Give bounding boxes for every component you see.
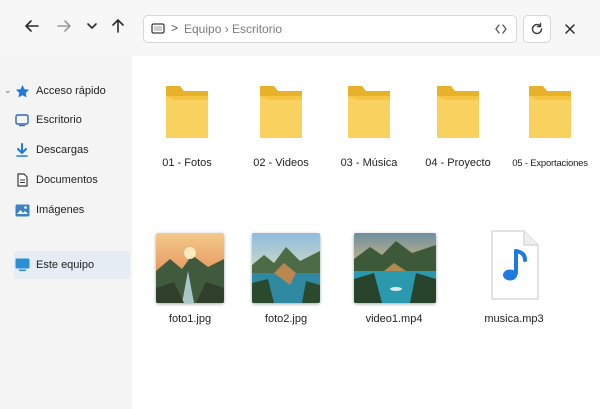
computer-icon xyxy=(14,257,30,273)
file-label: foto1.jpg xyxy=(168,313,212,325)
sidebar-item-label: Descargas xyxy=(36,144,89,156)
file-list: 01 - Fotos 02 - Videos 03 - Música 04 - … xyxy=(132,56,600,409)
address-path: Equipo › Escritorio xyxy=(184,22,283,36)
folder-icon xyxy=(260,86,302,138)
navigation-pane: ⌄ Acceso rápido Escritorio Descargas Doc… xyxy=(0,56,132,409)
file-tile[interactable]: foto1.jpg xyxy=(150,226,230,336)
document-icon xyxy=(14,172,30,188)
photo-thumbnail-icon xyxy=(252,233,320,303)
folder-label: 01 - Fotos xyxy=(162,157,212,169)
address-separator: > xyxy=(171,21,179,35)
toolbar: > Equipo › Escritorio xyxy=(0,0,600,56)
folder-icon xyxy=(166,86,208,138)
recent-locations-button[interactable] xyxy=(78,12,106,40)
star-icon xyxy=(14,83,30,99)
file-label: musica.mp3 xyxy=(484,313,544,325)
close-icon xyxy=(565,24,575,34)
image-icon xyxy=(14,202,30,218)
chevron-down-icon[interactable]: ⌄ xyxy=(4,85,12,96)
folder-tile[interactable]: 04 - Proyecto xyxy=(418,74,498,184)
file-explorer-window: > Equipo › Escritorio ⌄ Acceso rápido Es… xyxy=(0,0,600,409)
folder-tile[interactable]: 01 - Fotos xyxy=(150,74,224,184)
sidebar-item-desktop[interactable]: Escritorio xyxy=(14,106,132,134)
chevron-down-icon xyxy=(87,23,97,29)
file-tile[interactable]: video1.mp4 xyxy=(348,226,440,336)
folder-label: 02 - Videos xyxy=(253,157,309,169)
arrow-up-icon xyxy=(112,19,124,33)
music-file-icon xyxy=(491,230,539,300)
sidebar-item-pictures[interactable]: Imágenes xyxy=(14,196,132,224)
file-tile[interactable]: musica.mp3 xyxy=(474,226,554,336)
monitor-icon xyxy=(151,23,165,34)
up-button[interactable] xyxy=(104,12,132,40)
video-thumbnail-icon xyxy=(354,233,436,303)
folder-tile[interactable]: 03 - Música xyxy=(332,74,406,184)
download-icon xyxy=(14,142,30,158)
sidebar-item-label: Este equipo xyxy=(36,259,95,271)
forward-button[interactable] xyxy=(50,12,78,40)
photo-thumbnail-icon xyxy=(156,233,224,303)
sidebar-item-this-pc[interactable]: Este equipo xyxy=(14,251,130,279)
address-bar[interactable]: > Equipo › Escritorio xyxy=(143,15,517,43)
sidebar-item-downloads[interactable]: Descargas xyxy=(14,136,132,164)
sidebar-item-label: Imágenes xyxy=(36,204,85,216)
desktop-icon xyxy=(14,112,30,128)
refresh-icon xyxy=(531,22,543,35)
folder-label: 05 - Exportaciones xyxy=(512,158,588,169)
chevron-left-right-icon[interactable] xyxy=(494,22,508,36)
folder-label: 04 - Proyecto xyxy=(425,157,491,169)
arrow-left-icon xyxy=(25,20,39,32)
file-label: video1.mp4 xyxy=(365,313,423,325)
folder-icon xyxy=(348,86,390,138)
sidebar-item-documents[interactable]: Documentos xyxy=(14,166,132,194)
folder-tile[interactable]: 05 - Exportaciones xyxy=(504,74,596,184)
folder-icon xyxy=(437,86,479,138)
sidebar-item-label: Escritorio xyxy=(36,114,82,126)
folder-label: 03 - Música xyxy=(340,157,398,169)
folder-icon xyxy=(529,86,571,138)
refresh-button[interactable] xyxy=(523,15,551,43)
sidebar-item-label: Acceso rápido xyxy=(36,85,106,97)
file-label: foto2.jpg xyxy=(264,313,308,325)
folder-tile[interactable]: 02 - Videos xyxy=(244,74,318,184)
sidebar-item-label: Documentos xyxy=(36,174,98,186)
arrow-right-icon xyxy=(57,20,71,32)
close-button[interactable] xyxy=(556,15,584,43)
sidebar-item-quick-access[interactable]: ⌄ Acceso rápido xyxy=(4,77,132,105)
back-button[interactable] xyxy=(18,12,46,40)
file-tile[interactable]: foto2.jpg xyxy=(246,226,326,336)
